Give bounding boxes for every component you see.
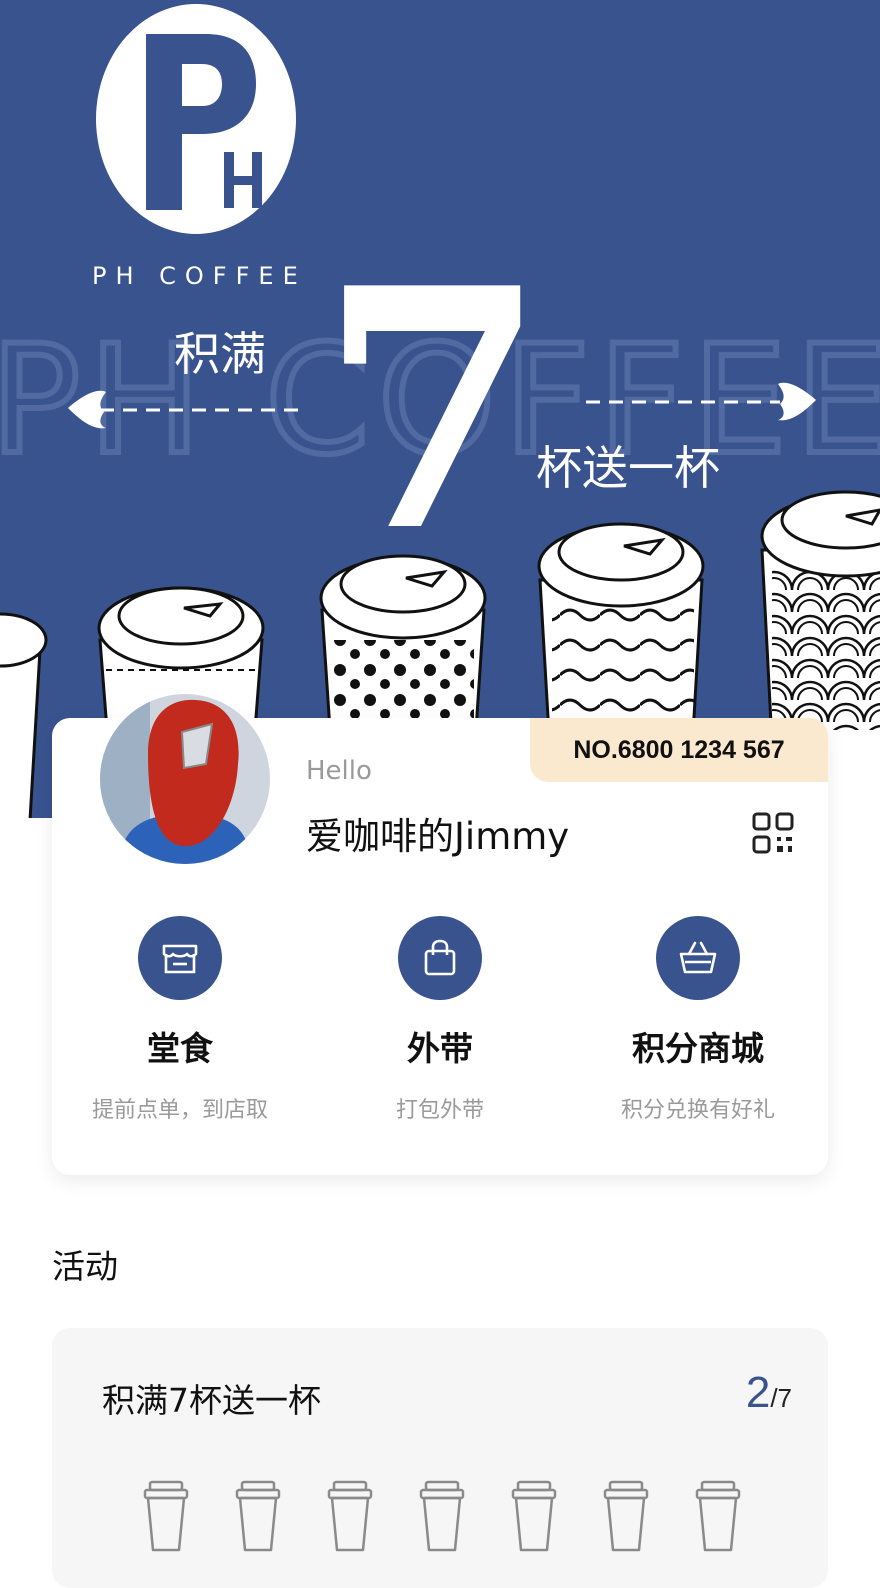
- activity-card[interactable]: 积满7杯送一杯 2/7: [52, 1328, 828, 1588]
- stamp-cup-icon: [603, 1480, 649, 1552]
- right-arrow-icon: [586, 382, 816, 421]
- username: 爱咖啡的Jimmy: [306, 815, 570, 858]
- store-icon: [138, 916, 222, 1000]
- feature-subtitle: 积分兑换有好礼: [620, 1098, 775, 1123]
- stamp-current: 2: [745, 1368, 771, 1417]
- stamp-cup-icon: [419, 1480, 465, 1552]
- feature-points-mall[interactable]: 积分商城 积分兑换有好礼: [588, 916, 808, 1124]
- stamp-cup-icon: [695, 1480, 741, 1552]
- member-number-badge: NO.6800 1234 567: [530, 718, 828, 782]
- hero-banner: PH COFFEE PH COFFEE 积满 7 杯送一杯: [0, 0, 880, 818]
- brand-name: PH COFFEE: [92, 262, 307, 290]
- member-card: NO.6800 1234 567 Hello 爱咖啡的Jimmy 堂食 提前点单…: [52, 694, 828, 1175]
- feature-title: 堂食: [147, 1029, 213, 1068]
- left-arrow-icon: [68, 390, 300, 429]
- feature-title: 积分商城: [632, 1029, 764, 1068]
- feature-dine-in[interactable]: 堂食 提前点单，到店取: [70, 916, 290, 1124]
- qr-code-icon[interactable]: [752, 812, 794, 854]
- shopping-bag-icon: [398, 916, 482, 1000]
- stamp-cup-icon: [511, 1480, 557, 1552]
- activity-title: 积满7杯送一杯: [102, 1381, 321, 1420]
- feature-takeaway[interactable]: 外带 打包外带: [330, 916, 550, 1124]
- stamp-cups: [142, 1480, 742, 1552]
- basket-icon: [656, 916, 740, 1000]
- stamp-cup-icon: [235, 1480, 281, 1552]
- section-title-activity: 活动: [52, 1247, 118, 1286]
- ph-logo: [96, 4, 296, 234]
- stamp-progress: 2/7: [746, 1368, 792, 1418]
- avatar[interactable]: [100, 694, 270, 864]
- stamp-cup-icon: [327, 1480, 373, 1552]
- stamp-total: /7: [770, 1383, 792, 1413]
- slogan-left: 积满: [174, 327, 266, 381]
- greeting: Hello: [306, 756, 372, 786]
- feature-title: 外带: [407, 1029, 473, 1068]
- stamp-cup-icon: [143, 1480, 189, 1552]
- feature-subtitle: 提前点单，到店取: [91, 1098, 268, 1123]
- feature-subtitle: 打包外带: [395, 1098, 484, 1123]
- avatar-image: [100, 694, 270, 864]
